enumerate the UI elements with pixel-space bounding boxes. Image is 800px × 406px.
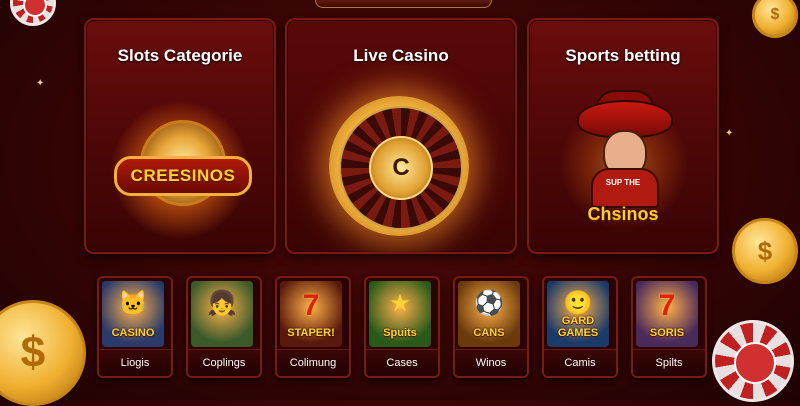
game-thumbnail: ⚽ CANS	[458, 281, 520, 347]
game-tile[interactable]: ★ Spuits Cases	[364, 276, 440, 378]
game-tile[interactable]: 🐱 CASINO Liogis	[97, 276, 173, 378]
game-thumbnail: 🙂 GARD GAMES	[547, 281, 609, 347]
slots-emblem: CREESINOS	[114, 120, 252, 212]
mascot-body	[591, 168, 659, 208]
game-art-text: CASINO	[111, 327, 155, 339]
game-tile[interactable]: ⚽ CANS Winos	[453, 276, 529, 378]
game-art-text: CANS	[473, 327, 505, 339]
game-label: Cases	[366, 349, 438, 376]
roulette-wheel-icon: C	[329, 96, 469, 236]
coin-symbol: $	[20, 328, 46, 377]
game-label: Winos	[455, 349, 527, 376]
category-title: Sports betting	[565, 46, 681, 65]
chip-center	[23, 0, 47, 17]
sparkle-icon: ✦	[725, 128, 734, 139]
game-art-text: Spuits	[383, 327, 417, 339]
coin-icon: $	[752, 0, 798, 38]
star-icon: ★	[389, 290, 411, 317]
seven-icon: 7	[658, 289, 676, 322]
game-art-text: SORIS	[649, 327, 685, 339]
mascot-banner: Chsinos	[587, 204, 659, 224]
coin-symbol: $	[757, 235, 773, 266]
game-thumbnail: 👧	[191, 281, 253, 347]
game-label: Coplings	[188, 349, 260, 376]
coin-icon: $	[0, 300, 86, 406]
cat-icon: 🐱	[118, 290, 148, 317]
cowboy-mascot-icon: SUP THE Chsinos	[569, 90, 677, 228]
roulette-hub: C	[369, 136, 433, 200]
game-label: Colimung	[277, 349, 349, 376]
game-tile[interactable]: 🙂 GARD GAMES Camis	[542, 276, 618, 378]
game-label: Spilts	[633, 349, 705, 376]
man-icon: 🙂	[563, 290, 593, 317]
seven-icon: 7	[302, 289, 320, 322]
game-thumbnail: 7 STAPER!	[280, 281, 342, 347]
category-card-sports-betting[interactable]: Sports betting SUP THE Chsinos	[527, 18, 719, 254]
game-tile[interactable]: 7 STAPER! Colimung	[275, 276, 351, 378]
poker-chip-icon	[10, 0, 56, 26]
mascot-subtitle: SUP THE	[605, 178, 641, 187]
category-title: Live Casino	[353, 46, 449, 65]
game-art-text: STAPER!	[287, 327, 335, 339]
top-tab	[315, 0, 492, 8]
game-thumbnail: 🐱 CASINO	[102, 281, 164, 347]
game-thumbnail: 7 SORIS	[636, 281, 698, 347]
game-thumbnail: ★ Spuits	[369, 281, 431, 347]
poker-chip-icon	[712, 320, 794, 402]
category-card-live-casino[interactable]: Live Casino C	[285, 18, 517, 254]
slots-banner: CREESINOS	[114, 156, 252, 196]
game-tile[interactable]: 👧 Coplings	[186, 276, 262, 378]
chip-center	[734, 342, 776, 384]
game-label: Liogis	[99, 349, 171, 376]
game-label: Camis	[544, 349, 616, 376]
coin-symbol: $	[770, 6, 780, 23]
game-art-text: GARD GAMES	[557, 315, 599, 339]
girl-icon: 👧	[207, 290, 237, 317]
coin-icon: $	[732, 218, 798, 284]
sparkle-icon: ✦	[36, 78, 45, 89]
soccer-ball-icon: ⚽	[474, 290, 504, 317]
game-tile[interactable]: 7 SORIS Spilts	[631, 276, 707, 378]
category-card-slots[interactable]: Slots Categorie CREESINOS	[84, 18, 276, 254]
category-title: Slots Categorie	[117, 46, 243, 65]
